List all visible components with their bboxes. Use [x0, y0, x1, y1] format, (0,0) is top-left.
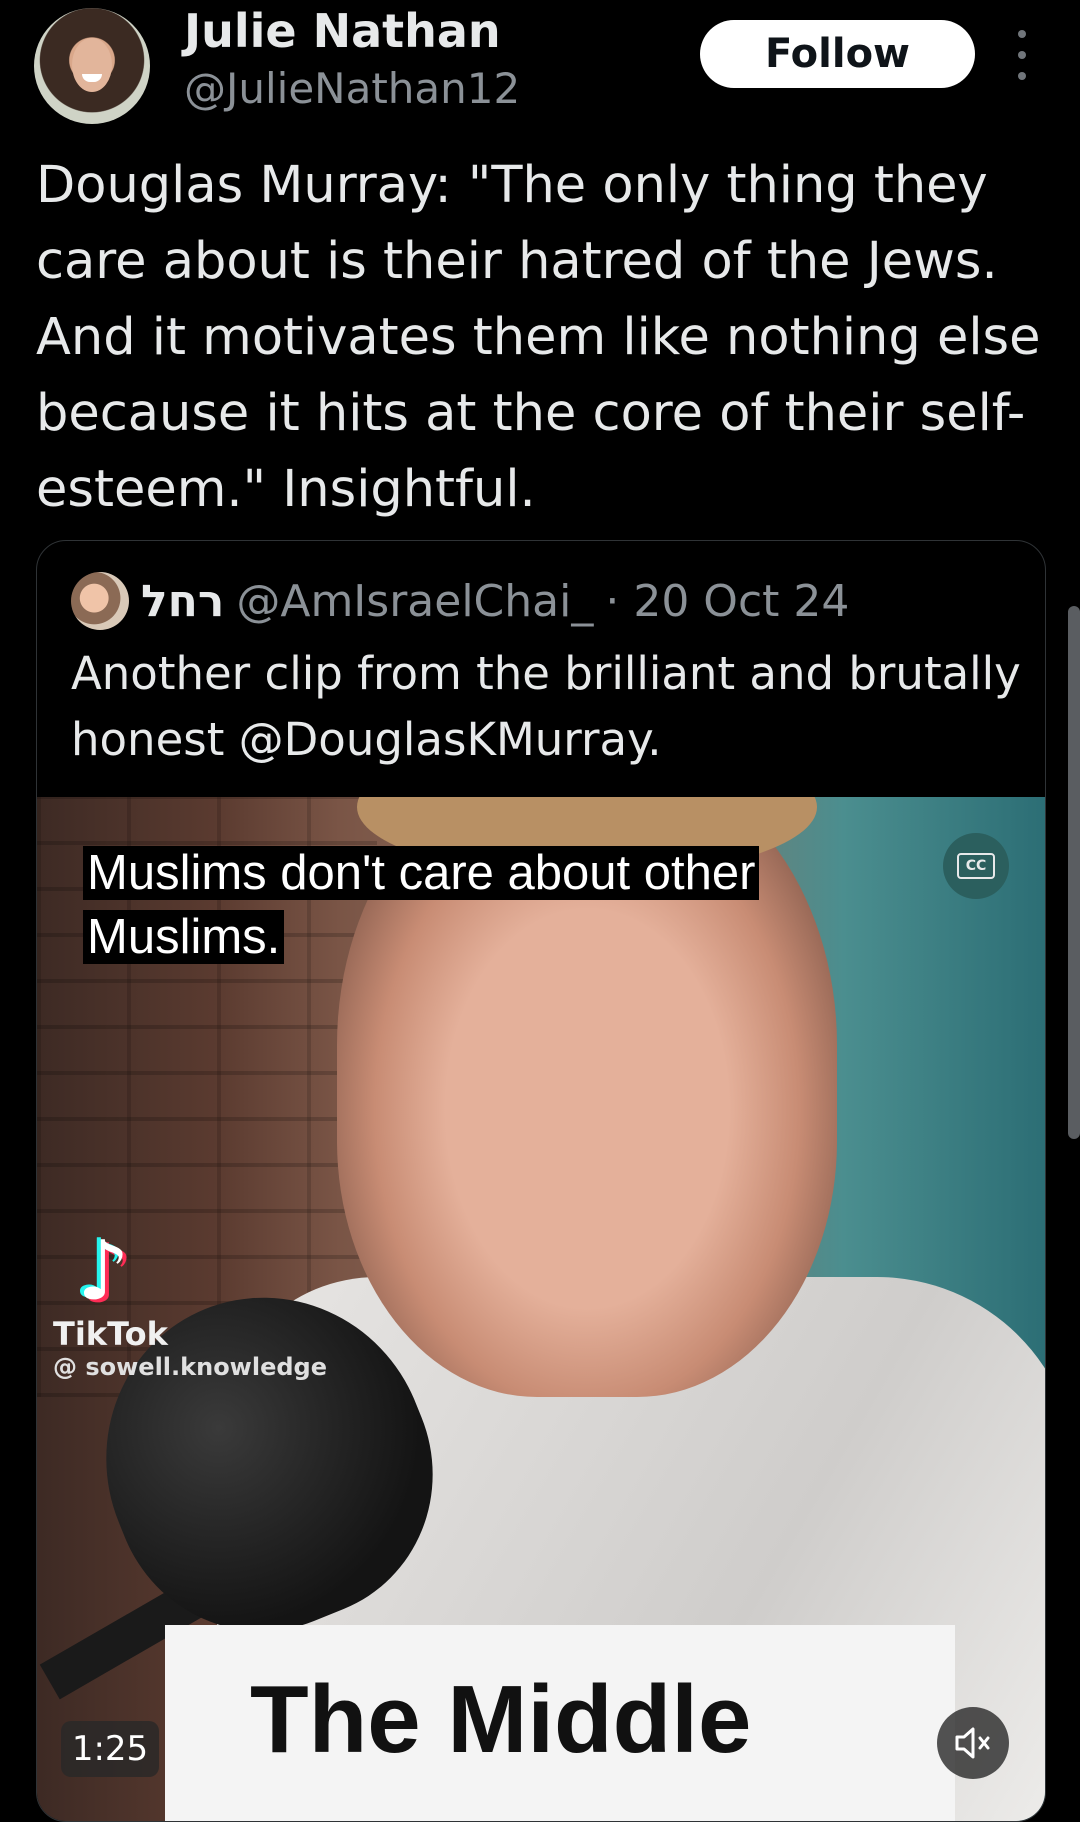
quoted-tweet[interactable]: רחל @AmIsraelChai_ · 20 Oct 24 Another c…	[36, 540, 1046, 1822]
quoted-author-avatar[interactable]	[71, 572, 129, 630]
quoted-tweet-text: Another clip from the brilliant and brut…	[71, 647, 1021, 766]
quoted-tweet-header: רחל @AmIsraelChai_ · 20 Oct 24	[71, 571, 849, 631]
caption-line-2: Muslims.	[83, 910, 285, 964]
caption-line-1: Muslims don't care about other	[83, 846, 760, 900]
more-options-icon[interactable]	[1012, 30, 1032, 80]
mute-svg	[955, 1727, 990, 1759]
title-card-text: The Middle	[250, 1666, 752, 1773]
author-name[interactable]: Julie Nathan	[184, 4, 501, 58]
quoted-author-handle[interactable]: @AmIsraelChai_	[236, 576, 593, 627]
author-avatar[interactable]	[34, 8, 150, 124]
tiktok-logo-icon: ♪	[77, 1224, 130, 1319]
video-caption: Muslims don't care about other Muslims.	[83, 841, 760, 969]
video-duration: 1:25	[61, 1721, 159, 1777]
scrollbar[interactable]	[1068, 606, 1080, 1139]
tweet-text: Douglas Murray: "The only thing they car…	[36, 156, 1057, 519]
cc-icon: CC	[957, 853, 995, 879]
quoted-author-name[interactable]: רחל	[141, 576, 224, 627]
tiktok-username: @ sowell.knowledge	[53, 1353, 327, 1381]
muted-speaker-icon[interactable]	[937, 1707, 1009, 1779]
follow-button[interactable]: Follow	[700, 20, 975, 88]
video-player[interactable]: Muslims don't care about other Muslims. …	[37, 797, 1045, 1821]
video-title-card: The Middle	[165, 1625, 955, 1821]
avatar-face	[72, 38, 112, 92]
author-handle[interactable]: @JulieNathan12	[184, 64, 520, 113]
quoted-tweet-date: · 20 Oct 24	[605, 575, 850, 627]
closed-captions-button[interactable]: CC	[943, 833, 1009, 899]
tiktok-watermark: TikTok	[53, 1315, 168, 1353]
